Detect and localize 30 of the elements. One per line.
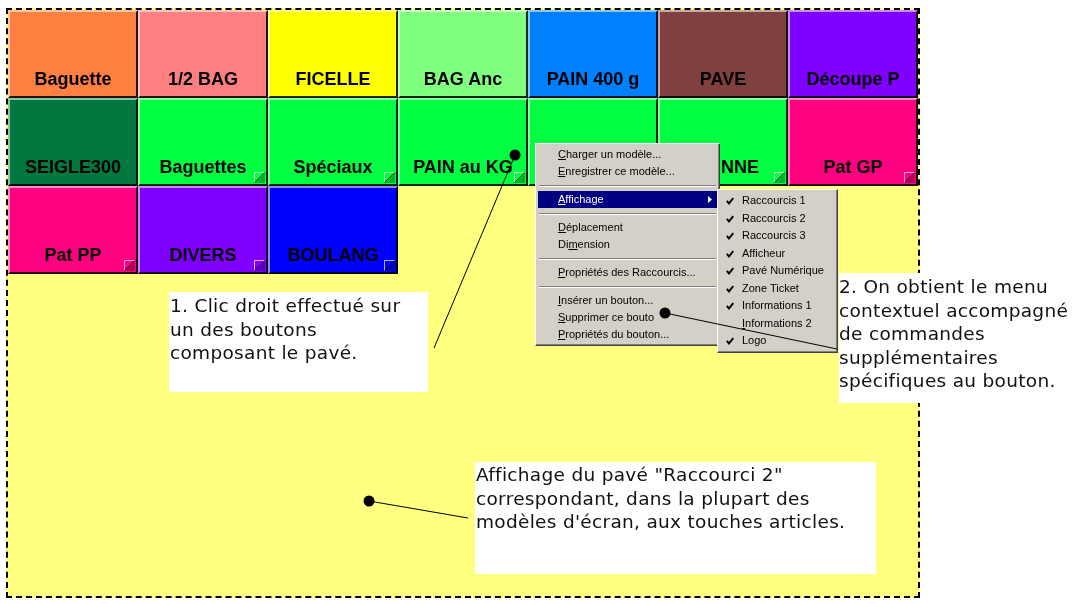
callout-note: 1. Clic droit effectué sur un des boutons composant le pavé.: [169, 292, 428, 392]
menu-item[interactable]: Raccourcis 1: [720, 192, 835, 210]
pad-button[interactable]: Spéciaux: [268, 98, 398, 186]
menu-item[interactable]: Insérer un bouton...: [538, 292, 717, 309]
pad-button[interactable]: SEIGLE300: [8, 98, 138, 186]
menu-item[interactable]: Logo: [720, 332, 835, 350]
menu-item[interactable]: Pavé Numérique: [720, 262, 835, 280]
menu-item[interactable]: Déplacement: [538, 219, 717, 236]
menu-item[interactable]: Propriétés des Raccourcis...: [538, 264, 717, 281]
caret-right-icon: [708, 196, 712, 203]
menu-item[interactable]: Propriétés du bouton...: [538, 326, 717, 343]
menu-item[interactable]: Raccourcis 2: [720, 209, 835, 227]
callout-note: Affichage du pavé "Raccourci 2" correspondant, dans la plupart des modèles d'écran, aux touches articles.: [475, 462, 876, 574]
pad-button[interactable]: Baguette: [8, 10, 138, 98]
pad-button[interactable]: BAG Anc: [398, 10, 528, 98]
pad-button[interactable]: Baguettes: [138, 98, 268, 186]
menu-item[interactable]: Afficheur: [720, 244, 835, 262]
pad-button[interactable]: PAIN au KG: [398, 98, 528, 186]
pad-button[interactable]: PAIN 400 g: [528, 10, 658, 98]
pad-button[interactable]: Pat GP: [788, 98, 918, 186]
menu-item[interactable]: Supprimer ce bouto: [538, 309, 717, 326]
menu-item[interactable]: Informations 1: [720, 297, 835, 315]
menu-item[interactable]: Affichage: [538, 191, 717, 208]
pad-button[interactable]: FICELLE: [268, 10, 398, 98]
pad-button[interactable]: Pat PP: [8, 186, 138, 274]
menu-item[interactable]: Zone Ticket: [720, 279, 835, 297]
menu-item[interactable]: Informations 2: [720, 314, 835, 332]
pad-button[interactable]: 1/2 BAG: [138, 10, 268, 98]
menu-item[interactable]: Raccourcis 3: [720, 227, 835, 245]
menu-item[interactable]: Dimension: [538, 236, 717, 253]
